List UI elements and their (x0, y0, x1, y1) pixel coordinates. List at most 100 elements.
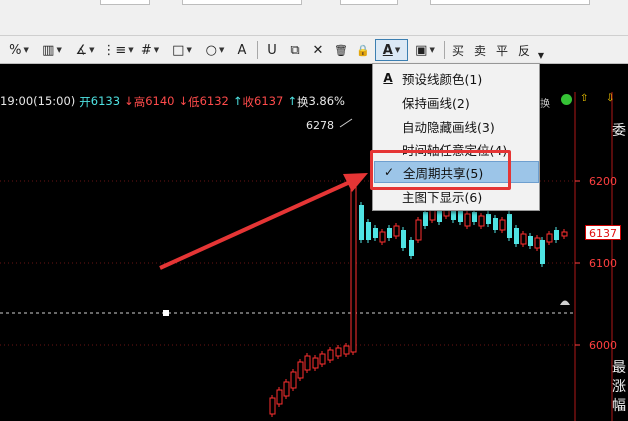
high-pointer-line (339, 118, 353, 128)
side-panel-char: 幅 (612, 398, 626, 414)
candle-body (415, 219, 422, 241)
copy-glyph: ⧉ (290, 42, 300, 58)
candle-body (290, 371, 297, 389)
lock-glyph: 🔒 (356, 43, 370, 57)
turnover-label: 换 (296, 95, 309, 109)
quote-info-line: 19:00(15:00) 开 6133 ↓ 高 6140 ↓ 低 6132 ↑ 收 6137 … (0, 94, 345, 110)
sell-button[interactable]: 卖 (472, 39, 488, 61)
candle-body (561, 231, 568, 237)
candle-body (276, 389, 283, 405)
candle-body (514, 228, 519, 244)
magnet-icon[interactable]: U (264, 39, 280, 61)
candle-body (520, 233, 527, 245)
candle-body (507, 214, 512, 238)
candle-body (451, 210, 456, 220)
hash-glyph: # (140, 42, 152, 58)
angle-icon[interactable]: ∡ ▼ (71, 39, 99, 61)
candle-body (327, 349, 334, 361)
candle-body (379, 231, 386, 243)
trash-glyph: 🗑 (334, 43, 348, 57)
candle-body (350, 179, 357, 353)
tab-stub[interactable] (100, 0, 150, 5)
open-label: 开 (79, 95, 91, 109)
percent-glyph: % (9, 42, 22, 58)
save-icon[interactable]: ▣ ▼ (410, 39, 440, 61)
last-price-tag: 6137 (585, 225, 621, 240)
candle-body (297, 361, 304, 379)
candle-body (401, 230, 406, 248)
bracket-lines-icon[interactable]: ⋮≡ ▼ (102, 39, 133, 61)
menu-item-label: 保持画线(2) (402, 95, 470, 111)
y-tick-6000: 6000 (589, 339, 617, 352)
tab-stub[interactable] (340, 0, 398, 5)
candle-body (528, 236, 533, 246)
quote-time: 19:00(15:00) (0, 94, 76, 108)
candle-body (437, 210, 442, 222)
hash-icon[interactable]: # ▼ (136, 39, 164, 61)
close-label: 收 (242, 95, 255, 109)
candle-body (319, 353, 326, 365)
y-tick-6200: 6200 (589, 175, 617, 188)
high-label: 高 (133, 95, 146, 109)
candle-body (343, 345, 350, 355)
signal-icon[interactable]: ⇧ (580, 93, 588, 104)
text-icon[interactable]: A (234, 39, 250, 61)
open-value: 6133 (90, 94, 121, 108)
candle-body (472, 212, 477, 222)
percent-icon[interactable]: % ▼ (4, 39, 34, 61)
candle-body (486, 214, 491, 224)
magnet-glyph: U (267, 42, 277, 58)
circle-glyph: ○ (205, 42, 217, 58)
candle-body (393, 225, 400, 237)
menu-item-keep-drawing[interactable]: 保持画线(2) (374, 91, 539, 113)
rectangle-icon[interactable]: □ ▼ (167, 39, 197, 61)
up-arrow-icon: ↓ (124, 94, 134, 108)
candle-body (269, 397, 276, 415)
lock-icon[interactable]: 🔒 (354, 39, 372, 61)
top-tab-strip (0, 0, 628, 36)
status-text: 换 (540, 99, 550, 110)
alert-bell-icon[interactable] (560, 300, 570, 306)
annotation-highlight-box (370, 150, 511, 190)
line-color-glyph: A (382, 42, 393, 58)
line-color-icon: A (383, 71, 393, 85)
candle-body (304, 355, 311, 371)
menu-item-label: 预设线颜色(1) (402, 71, 483, 87)
buy-button[interactable]: 买 (450, 39, 466, 61)
side-panel-char: 涨 (612, 379, 626, 395)
trash-icon[interactable]: 🗑 (332, 39, 350, 61)
toolbar-separator (257, 41, 258, 59)
delete-icon[interactable]: ✕ (309, 39, 327, 61)
arrow-icon: ↑ (232, 94, 243, 108)
circle-icon[interactable]: ○ ▼ (200, 39, 230, 61)
candle-body (423, 212, 428, 226)
candle-body (359, 205, 364, 240)
candlesticks (269, 177, 568, 417)
connection-status-icon (561, 94, 572, 105)
y-tick-6100: 6100 (589, 257, 617, 270)
candle-body (335, 347, 342, 357)
drawn-line-handle[interactable] (163, 310, 169, 316)
text-glyph: A (237, 42, 247, 58)
candle-body (312, 357, 319, 369)
menu-item-preset-line-color[interactable]: A 预设线颜色(1) (374, 67, 539, 89)
down-arrow-icon: ↓ (178, 94, 189, 108)
candle-body (540, 240, 545, 264)
copy-icon[interactable]: ⧉ (286, 39, 304, 61)
close-value: 6137 (254, 94, 284, 108)
drawing-toolbar: % ▼ ▥ ▼ ∡ ▼ ⋮≡ ▼ # ▼ □ ▼ ○ ▼ A U ⧉ ✕ 🗑 🔒 A ▼ ▣ ▼ … (0, 36, 628, 64)
bar-grid-icon[interactable]: ▥ ▼ (36, 39, 68, 61)
tab-stub[interactable] (182, 0, 302, 5)
menu-item-auto-hide-lines[interactable]: 自动隐藏画线(3) (374, 115, 539, 137)
candle-body (464, 213, 471, 227)
close-position-button[interactable]: 平 (494, 39, 510, 61)
angle-glyph: ∡ (75, 42, 88, 58)
arrow-icon: ↑ (287, 94, 297, 108)
reverse-button[interactable]: 反 (516, 39, 532, 61)
candle-body (554, 230, 559, 240)
high-value: 6140 (145, 94, 175, 108)
candle-body (493, 218, 498, 230)
line-color-icon[interactable]: A ▼ (375, 39, 408, 61)
tab-stub[interactable] (430, 0, 590, 5)
settings-arrow-icon[interactable]: ⇩ (606, 93, 614, 104)
